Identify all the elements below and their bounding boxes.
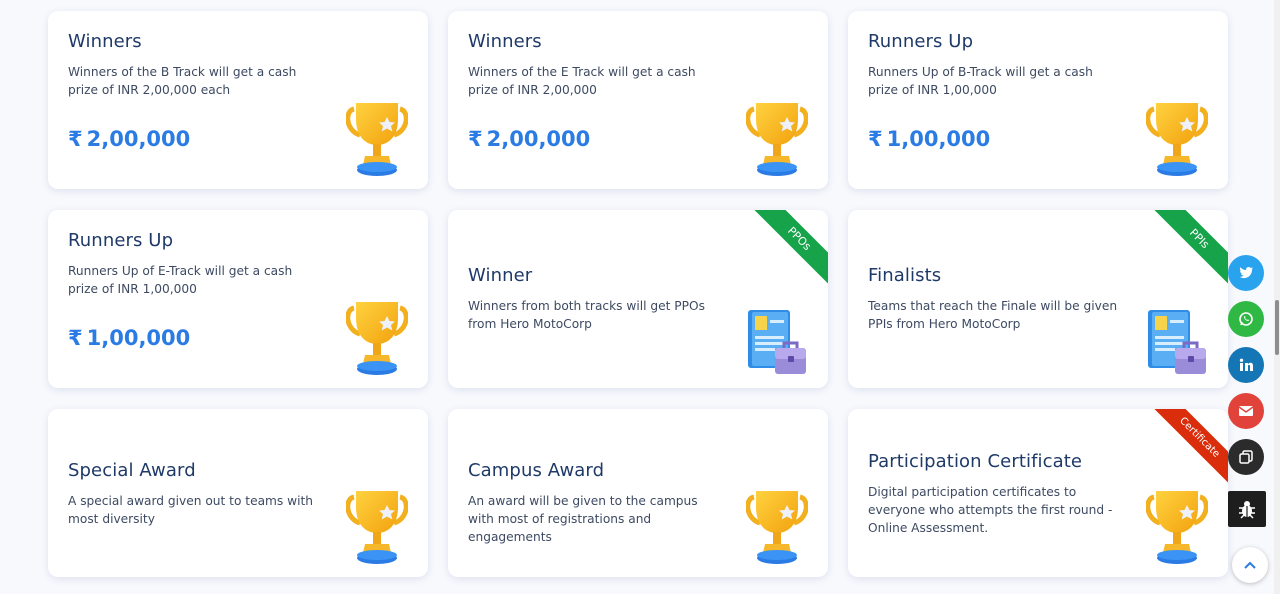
prize-card: PPOs Winner Winners from both tracks wil… <box>448 210 828 388</box>
scrollbar-thumb[interactable] <box>1275 300 1279 355</box>
card-description: Winners from both tracks will get PPOs f… <box>468 299 705 331</box>
ribbon-label: PPOs <box>752 210 828 286</box>
card-description: An award will be given to the campus wit… <box>468 494 698 544</box>
ribbon: Certificate <box>1152 409 1228 485</box>
card-description: Teams that reach the Finale will be give… <box>868 299 1118 331</box>
document-briefcase-icon <box>746 308 808 378</box>
prize-card: Winners Winners of the E Track will get … <box>448 11 828 189</box>
ribbon-label: Certificate <box>1152 409 1228 485</box>
trophy-icon <box>746 99 808 179</box>
card-title: Finalists <box>868 265 942 286</box>
card-title: Winners <box>468 31 542 52</box>
card-title: Campus Award <box>468 460 605 481</box>
prize-card: Certificate Participation Certificate Di… <box>848 409 1228 577</box>
envelope-icon <box>1238 406 1254 416</box>
prize-card: Runners Up Runners Up of E-Track will ge… <box>48 210 428 388</box>
trophy-icon <box>346 99 408 179</box>
bug-report-button[interactable] <box>1228 491 1266 527</box>
document-briefcase-icon <box>1146 308 1208 378</box>
prize-card: Special Award A special award given out … <box>48 409 428 577</box>
copy-icon <box>1239 450 1253 464</box>
ribbon: PPIs <box>1152 210 1228 286</box>
card-description: Winners of the B Track will get a cash p… <box>68 65 297 97</box>
card-title: Runners Up <box>68 230 174 251</box>
currency-symbol: ₹ <box>68 127 83 151</box>
twitter-share-button[interactable] <box>1228 255 1264 291</box>
linkedin-icon <box>1239 358 1253 371</box>
ribbon: PPOs <box>752 210 828 286</box>
card-description: Runners Up of B-Track will get a cash pr… <box>868 65 1093 97</box>
prize-card: Runners Up Runners Up of B-Track will ge… <box>848 11 1228 189</box>
prize-card: Campus Award An award will be given to t… <box>448 409 828 577</box>
amount-value: 2,00,000 <box>86 127 191 151</box>
twitter-icon <box>1239 267 1254 279</box>
copy-link-button[interactable] <box>1228 439 1264 475</box>
ribbon-label: PPIs <box>1152 210 1228 286</box>
card-description: Digital participation certificates to ev… <box>868 485 1113 535</box>
amount-value: 2,00,000 <box>486 127 591 151</box>
trophy-icon <box>346 487 408 567</box>
card-description: A special award given out to teams with … <box>68 494 313 526</box>
card-title: Winner <box>468 265 533 286</box>
card-title: Winners <box>68 31 142 52</box>
card-description: Winners of the E Track will get a cash p… <box>468 65 696 97</box>
currency-symbol: ₹ <box>468 127 483 151</box>
amount-value: 1,00,000 <box>86 326 191 350</box>
prize-amount: ₹2,00,000 <box>68 127 190 151</box>
prize-card: PPIs Finalists Teams that reach the Fina… <box>848 210 1228 388</box>
trophy-icon <box>1146 99 1208 179</box>
card-title: Special Award <box>68 460 196 481</box>
trophy-icon <box>346 298 408 378</box>
card-description: Runners Up of E-Track will get a cash pr… <box>68 264 293 296</box>
prize-amount: ₹1,00,000 <box>68 326 190 350</box>
email-share-button[interactable] <box>1228 393 1264 429</box>
trophy-icon <box>746 487 808 567</box>
linkedin-share-button[interactable] <box>1228 347 1264 383</box>
prize-amount: ₹2,00,000 <box>468 127 590 151</box>
chevron-up-icon <box>1244 561 1256 569</box>
trophy-icon <box>1146 487 1208 567</box>
card-title: Participation Certificate <box>868 451 1083 472</box>
bug-icon <box>1239 501 1255 519</box>
currency-symbol: ₹ <box>68 326 83 350</box>
currency-symbol: ₹ <box>868 127 883 151</box>
prize-amount: ₹1,00,000 <box>868 127 990 151</box>
whatsapp-icon <box>1239 312 1253 326</box>
scrollbar-track[interactable] <box>1274 0 1280 594</box>
prize-card: Winners Winners of the B Track will get … <box>48 11 428 189</box>
scroll-to-top-button[interactable] <box>1232 547 1268 583</box>
amount-value: 1,00,000 <box>886 127 991 151</box>
card-title: Runners Up <box>868 31 974 52</box>
whatsapp-share-button[interactable] <box>1228 301 1264 337</box>
